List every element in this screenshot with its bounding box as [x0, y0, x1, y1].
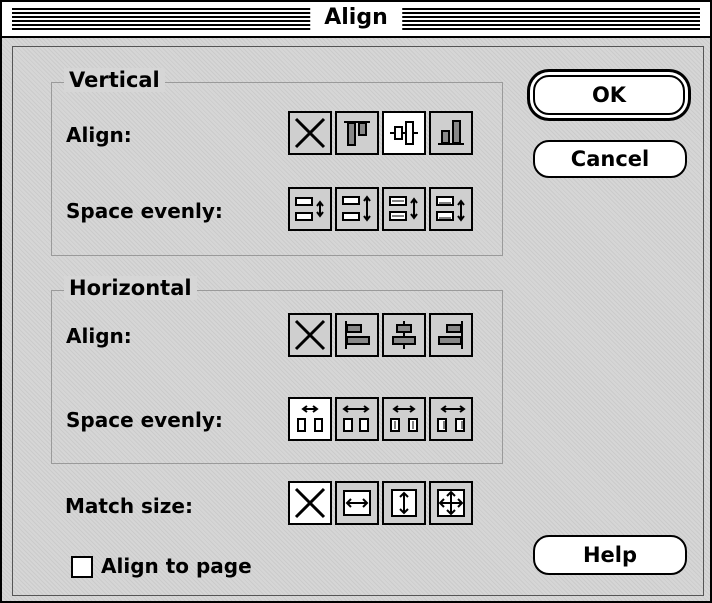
horizontal-group-title: Horizontal [64, 276, 197, 300]
match-size-label: Match size: [65, 494, 193, 518]
horizontal-align-none-button[interactable] [288, 313, 332, 357]
space-vertical-centers-icon [295, 197, 324, 221]
vertical-space-buttons [288, 187, 476, 231]
space-horizontal-center-button[interactable] [382, 397, 426, 441]
match-width-icon [343, 490, 371, 516]
match-size-none-button[interactable] [288, 481, 332, 525]
space-horizontal-left-button[interactable] [335, 397, 379, 441]
space-vertical-top-icon [342, 195, 371, 222]
space-horizontal-centers-icon [297, 405, 323, 432]
vertical-group-title: Vertical [64, 68, 165, 92]
vertical-align-label: Align: [66, 123, 132, 147]
align-to-page-label[interactable]: Align to page [101, 554, 252, 578]
ok-button[interactable]: OK [533, 75, 685, 115]
space-horizontal-right-icon [437, 405, 466, 432]
align-top-button[interactable] [335, 111, 379, 155]
vertical-align-none-button[interactable] [288, 111, 332, 155]
space-horizontal-centers-button[interactable] [288, 397, 332, 441]
align-center-button[interactable] [382, 313, 426, 357]
none-icon [294, 487, 326, 519]
vertical-group: Vertical Align: Space evenly: [51, 68, 503, 256]
align-middle-button[interactable] [382, 111, 426, 155]
horizontal-align-buttons [288, 313, 476, 357]
align-bottom-button[interactable] [429, 111, 473, 155]
vertical-space-label: Space evenly: [66, 199, 223, 223]
space-vertical-bottom-button[interactable] [429, 187, 473, 231]
space-vertical-top-button[interactable] [335, 187, 379, 231]
align-center-icon [392, 321, 416, 349]
align-bottom-icon [438, 120, 464, 145]
align-right-button[interactable] [429, 313, 473, 357]
align-middle-icon [390, 121, 418, 145]
space-vertical-center-button[interactable] [382, 187, 426, 231]
match-size-buttons [288, 481, 476, 525]
match-height-button[interactable] [382, 481, 426, 525]
match-height-icon [391, 489, 417, 517]
title-bar[interactable]: Align [2, 2, 710, 38]
horizontal-space-label: Space evenly: [66, 408, 223, 432]
align-left-button[interactable] [335, 313, 379, 357]
match-both-icon [437, 489, 465, 517]
space-horizontal-left-icon [342, 405, 370, 432]
align-top-icon [344, 121, 370, 146]
horizontal-align-label: Align: [66, 324, 132, 348]
align-left-icon [345, 321, 370, 349]
space-vertical-center-icon [389, 196, 418, 221]
horizontal-space-buttons [288, 397, 476, 441]
space-horizontal-right-button[interactable] [429, 397, 473, 441]
cancel-button[interactable]: Cancel [533, 140, 687, 178]
dialog-title: Align [310, 4, 402, 32]
space-vertical-centers-button[interactable] [288, 187, 332, 231]
space-horizontal-center-icon [390, 405, 418, 432]
align-dialog: Align Vertical Align: Space evenly: Hori… [0, 0, 712, 603]
space-vertical-bottom-icon [436, 196, 465, 222]
help-button[interactable]: Help [533, 535, 687, 575]
horizontal-group: Horizontal Align: Space evenly: [51, 276, 503, 464]
match-both-button[interactable] [429, 481, 473, 525]
match-width-button[interactable] [335, 481, 379, 525]
align-right-icon [438, 321, 463, 349]
align-to-page-checkbox[interactable] [71, 556, 93, 578]
dialog-body: Vertical Align: Space evenly: Horizontal… [12, 46, 704, 596]
none-icon [294, 319, 326, 351]
none-icon [294, 117, 326, 149]
vertical-align-buttons [288, 111, 476, 155]
